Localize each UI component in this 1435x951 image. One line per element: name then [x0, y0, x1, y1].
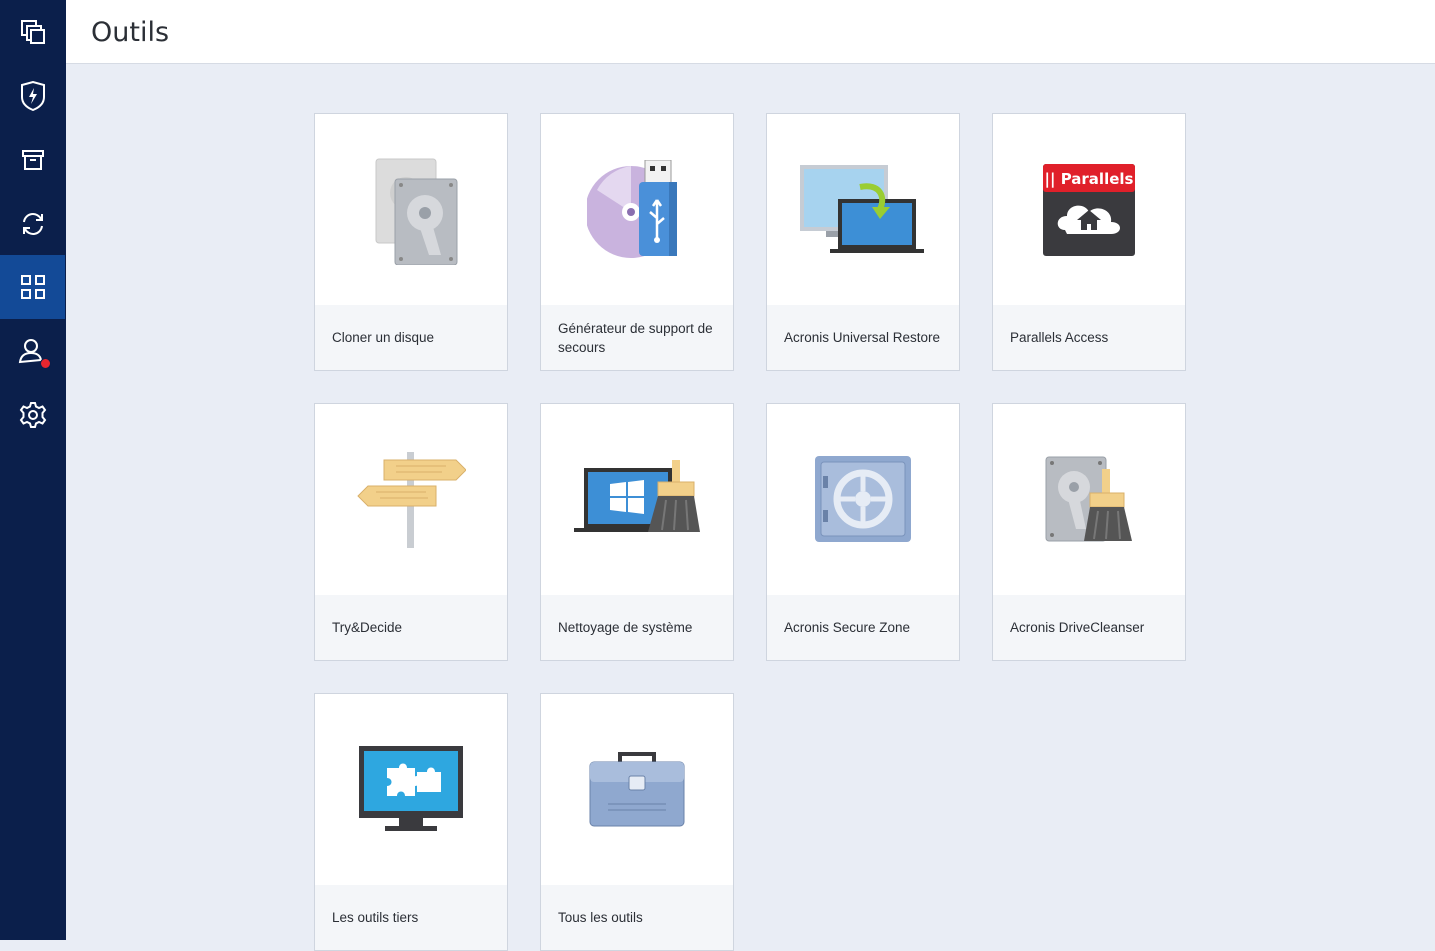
grid-icon [20, 275, 45, 299]
tool-tile-clone-disk[interactable]: Cloner un disque [314, 113, 508, 371]
sidebar-item-archive[interactable] [0, 128, 66, 192]
tool-label: Acronis Secure Zone [784, 620, 911, 635]
sidebar-item-sync[interactable] [0, 192, 66, 256]
toolbox-icon [589, 751, 685, 826]
sidebar-item-account[interactable] [0, 320, 66, 384]
sidebar [0, 0, 66, 940]
tool-label: Cloner un disque [332, 330, 435, 345]
system-clean-icon [574, 459, 700, 532]
page-title: Outils [91, 17, 170, 48]
tool-label: Tous les outils [558, 910, 643, 925]
drive-cleanser-icon [1045, 456, 1132, 541]
shield-bolt-icon [21, 81, 45, 111]
tool-label: Les outils tiers [332, 910, 419, 925]
safe-icon [815, 455, 911, 542]
tool-label: Nettoyage de système [558, 620, 693, 635]
sidebar-item-protection[interactable] [0, 64, 66, 128]
sidebar-item-settings[interactable] [0, 383, 66, 447]
universal-restore-icon [800, 164, 924, 253]
tool-tile-all-tools[interactable]: Tous les outils [540, 693, 734, 951]
tool-label: Générateur de support de secours [558, 320, 713, 355]
tool-tile-rescue-media[interactable]: Générateur de support de secours [540, 113, 734, 371]
sidebar-item-backup[interactable] [0, 0, 66, 64]
parallels-icon: || Parallels [1043, 163, 1135, 256]
header: Outils [66, 0, 1435, 64]
tool-label: Try&Decide [332, 620, 403, 635]
tool-tile-try-decide[interactable]: Try&Decide [314, 403, 508, 661]
tool-label: Acronis Universal Restore [784, 330, 941, 345]
rescue-media-icon [587, 159, 677, 258]
tool-tile-parallels-access[interactable]: || Parallels Parallels Access [992, 113, 1186, 371]
disk-clone-icon [375, 158, 458, 265]
parallels-logo-text: || Parallels [1045, 170, 1134, 189]
notification-badge [40, 358, 51, 369]
tool-label: Parallels Access [1010, 330, 1109, 345]
tools-grid: Cloner un disque Générateur de support d… [66, 64, 1435, 951]
archive-icon [22, 150, 44, 170]
sync-icon [23, 213, 43, 235]
tool-tile-secure-zone[interactable]: Acronis Secure Zone [766, 403, 960, 661]
gear-icon [19, 402, 47, 428]
sidebar-item-tools[interactable] [0, 255, 65, 319]
tool-tile-third-party[interactable]: Les outils tiers [314, 693, 508, 951]
tool-tile-universal-restore[interactable]: Acronis Universal Restore [766, 113, 960, 371]
copy-icon [21, 20, 45, 44]
tool-tile-drive-cleanser[interactable]: Acronis DriveCleanser [992, 403, 1186, 661]
signpost-icon [357, 451, 466, 548]
tool-label: Acronis DriveCleanser [1010, 620, 1145, 635]
tool-tile-system-clean[interactable]: Nettoyage de système [540, 403, 734, 661]
puzzle-monitor-icon [359, 745, 463, 831]
